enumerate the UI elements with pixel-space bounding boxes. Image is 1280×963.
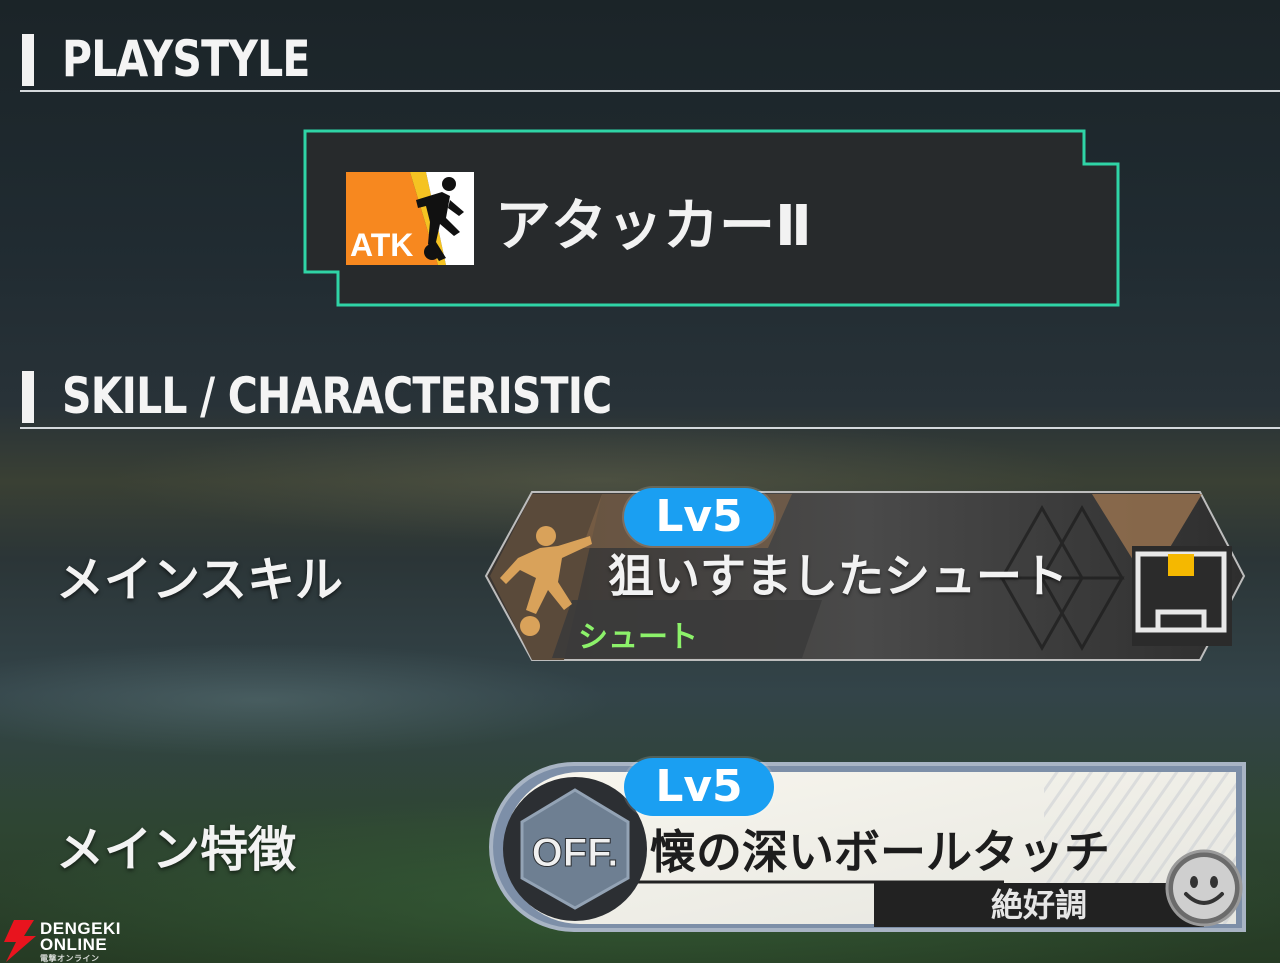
lightning-logo-icon [4, 920, 36, 962]
section-title-playstyle: PLAYSTYLE [62, 30, 310, 88]
skill-name: 狙いすましたシュート [608, 549, 1068, 603]
trait-level-badge: Lv5 [624, 758, 774, 816]
main-skill-card[interactable]: Lv5 狙いすましたシュート シュート [482, 488, 1248, 664]
section-header-playstyle: PLAYSTYLE [20, 28, 1280, 92]
skill-category: シュート [578, 620, 698, 655]
section-title-skill: SKILL / CHARACTERISTIC [62, 367, 612, 425]
main-trait-card[interactable]: OFF. Lv5 懐の深いボールタッチ 絶好調 [484, 758, 1250, 938]
smile-icon [1164, 848, 1244, 928]
main-trait-label: メイン特徴 [56, 822, 297, 878]
atk-badge-text: ATK [350, 227, 413, 263]
playstyle-card[interactable]: ATK アタッカーⅡ [303, 129, 1121, 308]
header-accent-bar [22, 371, 34, 423]
header-accent-bar [22, 34, 34, 86]
dengeki-online-watermark: DENGEKI ONLINE 電撃オンライン [0, 918, 130, 963]
attacker-icon: ATK [346, 172, 474, 265]
skill-level-badge: Lv5 [624, 488, 774, 546]
trait-name: 懐の深いボールタッチ [650, 825, 1110, 879]
watermark-line3: 電撃オンライン [40, 954, 100, 963]
goal-target-icon [1132, 546, 1232, 646]
playstyle-name: アタッカーⅡ [495, 194, 812, 259]
main-skill-label: メインスキル [56, 552, 344, 608]
trait-condition-label: 絶好調 [874, 883, 1204, 927]
off-emblem-text: OFF. [532, 831, 619, 875]
watermark-line2: ONLINE [40, 935, 108, 954]
section-header-skill: SKILL / CHARACTERISTIC [20, 365, 1280, 429]
